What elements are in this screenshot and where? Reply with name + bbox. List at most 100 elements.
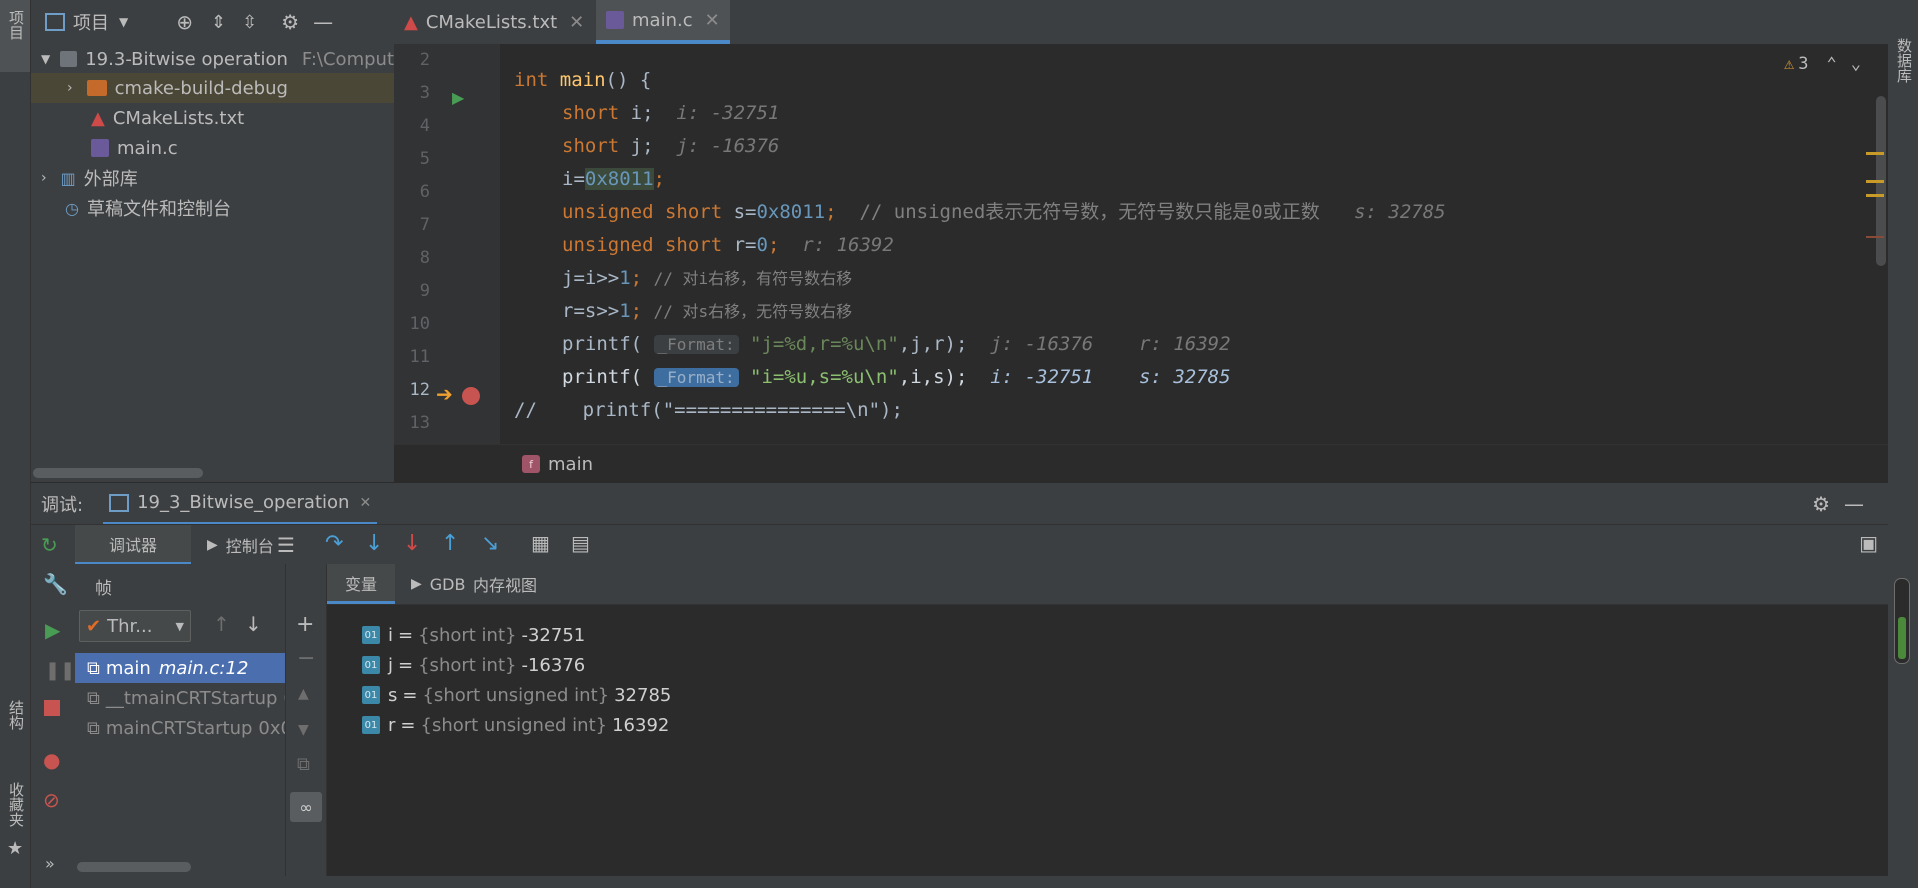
code-text: printf( xyxy=(562,333,643,355)
horizontal-scrollbar[interactable] xyxy=(77,862,191,872)
line-number: 9 xyxy=(419,281,430,301)
breadcrumb-item[interactable]: main xyxy=(548,454,593,475)
more-icon[interactable]: » xyxy=(45,854,55,873)
close-icon[interactable]: ✕ xyxy=(705,10,720,31)
number-literal: 1 xyxy=(619,300,631,322)
view-breakpoints-icon[interactable]: ● xyxy=(43,748,60,772)
arrow-down-icon[interactable]: ↓ xyxy=(245,612,262,636)
right-tool-strip: 数据库 xyxy=(1887,0,1918,888)
mute-breakpoints-icon[interactable]: ⊘ xyxy=(43,788,60,812)
step-out-icon[interactable]: ↑ xyxy=(441,531,459,556)
chevron-up-icon[interactable]: ⌃ xyxy=(1827,54,1837,74)
frame-item-tmaincrtstartup[interactable]: ⧉ __tmainCRTStartup 0 xyxy=(75,683,285,713)
project-tool-button[interactable]: 项目 xyxy=(0,0,30,72)
add-watch-icon[interactable]: + xyxy=(296,612,314,637)
tab-cmakelists[interactable]: ▲ CMakeLists.txt ✕ xyxy=(394,0,594,44)
layout-icon[interactable]: ▣ xyxy=(1859,531,1878,555)
tree-item-path: F:\Comput xyxy=(301,48,394,70)
warning-marker[interactable] xyxy=(1866,180,1884,183)
gear-icon[interactable]: ⚙ xyxy=(1812,492,1830,516)
breakpoint-icon[interactable] xyxy=(462,387,480,405)
tree-item-project-root[interactable]: ▼ 19.3-Bitwise operation F:\Comput xyxy=(31,44,394,74)
inline-value-hint: i: -32751 xyxy=(676,102,780,124)
run-to-cursor-icon[interactable]: ↘ xyxy=(481,531,499,556)
gear-icon[interactable]: ⚙ xyxy=(281,10,299,34)
variable-type: {short int} xyxy=(418,654,517,676)
database-tool-label[interactable]: 数据库 xyxy=(1894,38,1915,83)
tree-item-external-libraries[interactable]: › ▥ 外部库 xyxy=(31,163,394,193)
variable-value: -32751 xyxy=(521,624,586,646)
code-line-10: r=s>>1; // 对s右移，无符号数右移 xyxy=(562,295,852,328)
favorites-tool-label[interactable]: 收藏夹 xyxy=(6,782,27,827)
variable-row-j[interactable]: 01 j = {short int} -16376 xyxy=(362,650,585,680)
inspection-widget[interactable]: ⚠ 3 ⌃ ⌄ xyxy=(1784,54,1861,74)
tree-item-label: cmake-build-debug xyxy=(114,77,288,99)
frame-location: 0x0 xyxy=(258,717,285,739)
variable-row-r[interactable]: 01 r = {short unsigned int} 16392 xyxy=(362,710,669,740)
step-over-icon[interactable]: ↷ xyxy=(325,531,343,556)
force-step-into-icon[interactable]: ↓ xyxy=(403,531,421,556)
variables-actions: + − ▲ ▼ ⧉ ∞ xyxy=(286,564,327,888)
rerun-icon[interactable]: ↻ xyxy=(41,533,58,557)
structure-tool-label[interactable]: 结构 xyxy=(6,700,27,730)
comment: // 对i右移，有符号数右移 xyxy=(653,269,853,288)
wrench-icon[interactable]: 🔧 xyxy=(43,572,68,596)
session-icon xyxy=(109,493,130,512)
tab-gdb[interactable]: ▶ GDB xyxy=(411,564,465,604)
variable-row-i[interactable]: 01 i = {short int} -32751 xyxy=(362,620,585,650)
tab-memory-view[interactable]: 内存视图 xyxy=(473,564,537,604)
pause-icon[interactable]: ❚❚ xyxy=(45,660,75,681)
warning-icon: ⚠ xyxy=(1784,54,1795,74)
code-editor[interactable]: ⚠ 3 ⌃ ⌄ int main() { short i; i: -32751 … xyxy=(504,44,1888,444)
close-icon[interactable]: ✕ xyxy=(569,12,584,33)
remove-watch-icon[interactable]: − xyxy=(297,646,315,671)
frame-item-maincrtstartup[interactable]: ⧉ mainCRTStartup 0x0 xyxy=(75,713,285,743)
stop-icon[interactable] xyxy=(44,700,60,716)
warning-marker[interactable] xyxy=(1866,194,1884,197)
tab-debugger[interactable]: 调试器 xyxy=(75,525,191,565)
arrow-up-icon[interactable]: ↑ xyxy=(213,612,230,636)
thread-select[interactable]: ✔ Thr... ▼ xyxy=(79,610,191,642)
menu-icon[interactable]: ☰ xyxy=(277,533,295,557)
tab-label: GDB xyxy=(429,574,466,594)
tree-item-scratches[interactable]: ◷ 草稿文件和控制台 xyxy=(31,193,394,223)
frame-icon: ⧉ xyxy=(87,657,100,679)
chevron-down-icon[interactable]: ▼ xyxy=(119,15,128,29)
locate-icon[interactable]: ⊕ xyxy=(176,10,193,34)
move-up-icon[interactable]: ▲ xyxy=(298,686,309,702)
copy-icon[interactable]: ⧉ xyxy=(297,754,310,775)
minimize-icon[interactable]: — xyxy=(313,10,333,34)
frame-item-main[interactable]: ⧉ main main.c:12 xyxy=(75,653,285,683)
tree-item-main-c[interactable]: main.c xyxy=(31,133,394,163)
tree-item-cmake-build-debug[interactable]: › cmake-build-debug xyxy=(31,73,394,103)
console-icon: ▶ xyxy=(207,537,218,553)
chevron-down-icon[interactable]: ⌄ xyxy=(1851,54,1861,74)
collapse-all-icon[interactable]: ⇳ xyxy=(242,12,257,33)
variable-value: 32785 xyxy=(614,684,672,706)
variable-row-s[interactable]: 01 s = {short unsigned int} 32785 xyxy=(362,680,671,710)
resume-icon[interactable]: ▶ xyxy=(45,618,60,642)
run-icon[interactable]: ▶ xyxy=(452,88,464,107)
variable-name: s xyxy=(388,684,398,706)
warning-marker[interactable] xyxy=(1866,152,1884,155)
close-icon[interactable]: ✕ xyxy=(359,495,371,511)
move-down-icon[interactable]: ▼ xyxy=(298,722,309,738)
tab-label: CMakeLists.txt xyxy=(425,11,558,33)
comment: // unsigned表示无符号数，无符号数只能是0或正数 xyxy=(859,201,1320,223)
breakpoint-marker[interactable] xyxy=(1866,236,1884,238)
expand-all-icon[interactable]: ⇕ xyxy=(211,12,226,33)
tab-variables[interactable]: 变量 xyxy=(327,564,395,604)
project-panel-title[interactable]: 项目 xyxy=(73,9,109,35)
tree-item-cmakelists[interactable]: ▲ CMakeLists.txt xyxy=(31,103,394,133)
editor-gutter[interactable]: 2 3 4 5 6 7 8 9 10 11 12 13 ▶ ➔ xyxy=(394,44,504,444)
horizontal-scrollbar[interactable] xyxy=(33,468,203,478)
glasses-icon[interactable]: ∞ xyxy=(290,792,322,822)
debug-session-tab[interactable]: 19_3_Bitwise_operation ✕ xyxy=(103,483,378,525)
tab-main-c[interactable]: main.c ✕ xyxy=(596,0,730,44)
code-text: ; xyxy=(630,300,643,322)
evaluate-expression-icon[interactable]: ▦ xyxy=(531,531,550,555)
tab-console[interactable]: ▶ 控制台 xyxy=(207,525,274,565)
minimize-icon[interactable]: — xyxy=(1844,492,1864,516)
trace-icon[interactable]: ▤ xyxy=(571,531,590,555)
step-into-icon[interactable]: ↓ xyxy=(365,531,383,556)
